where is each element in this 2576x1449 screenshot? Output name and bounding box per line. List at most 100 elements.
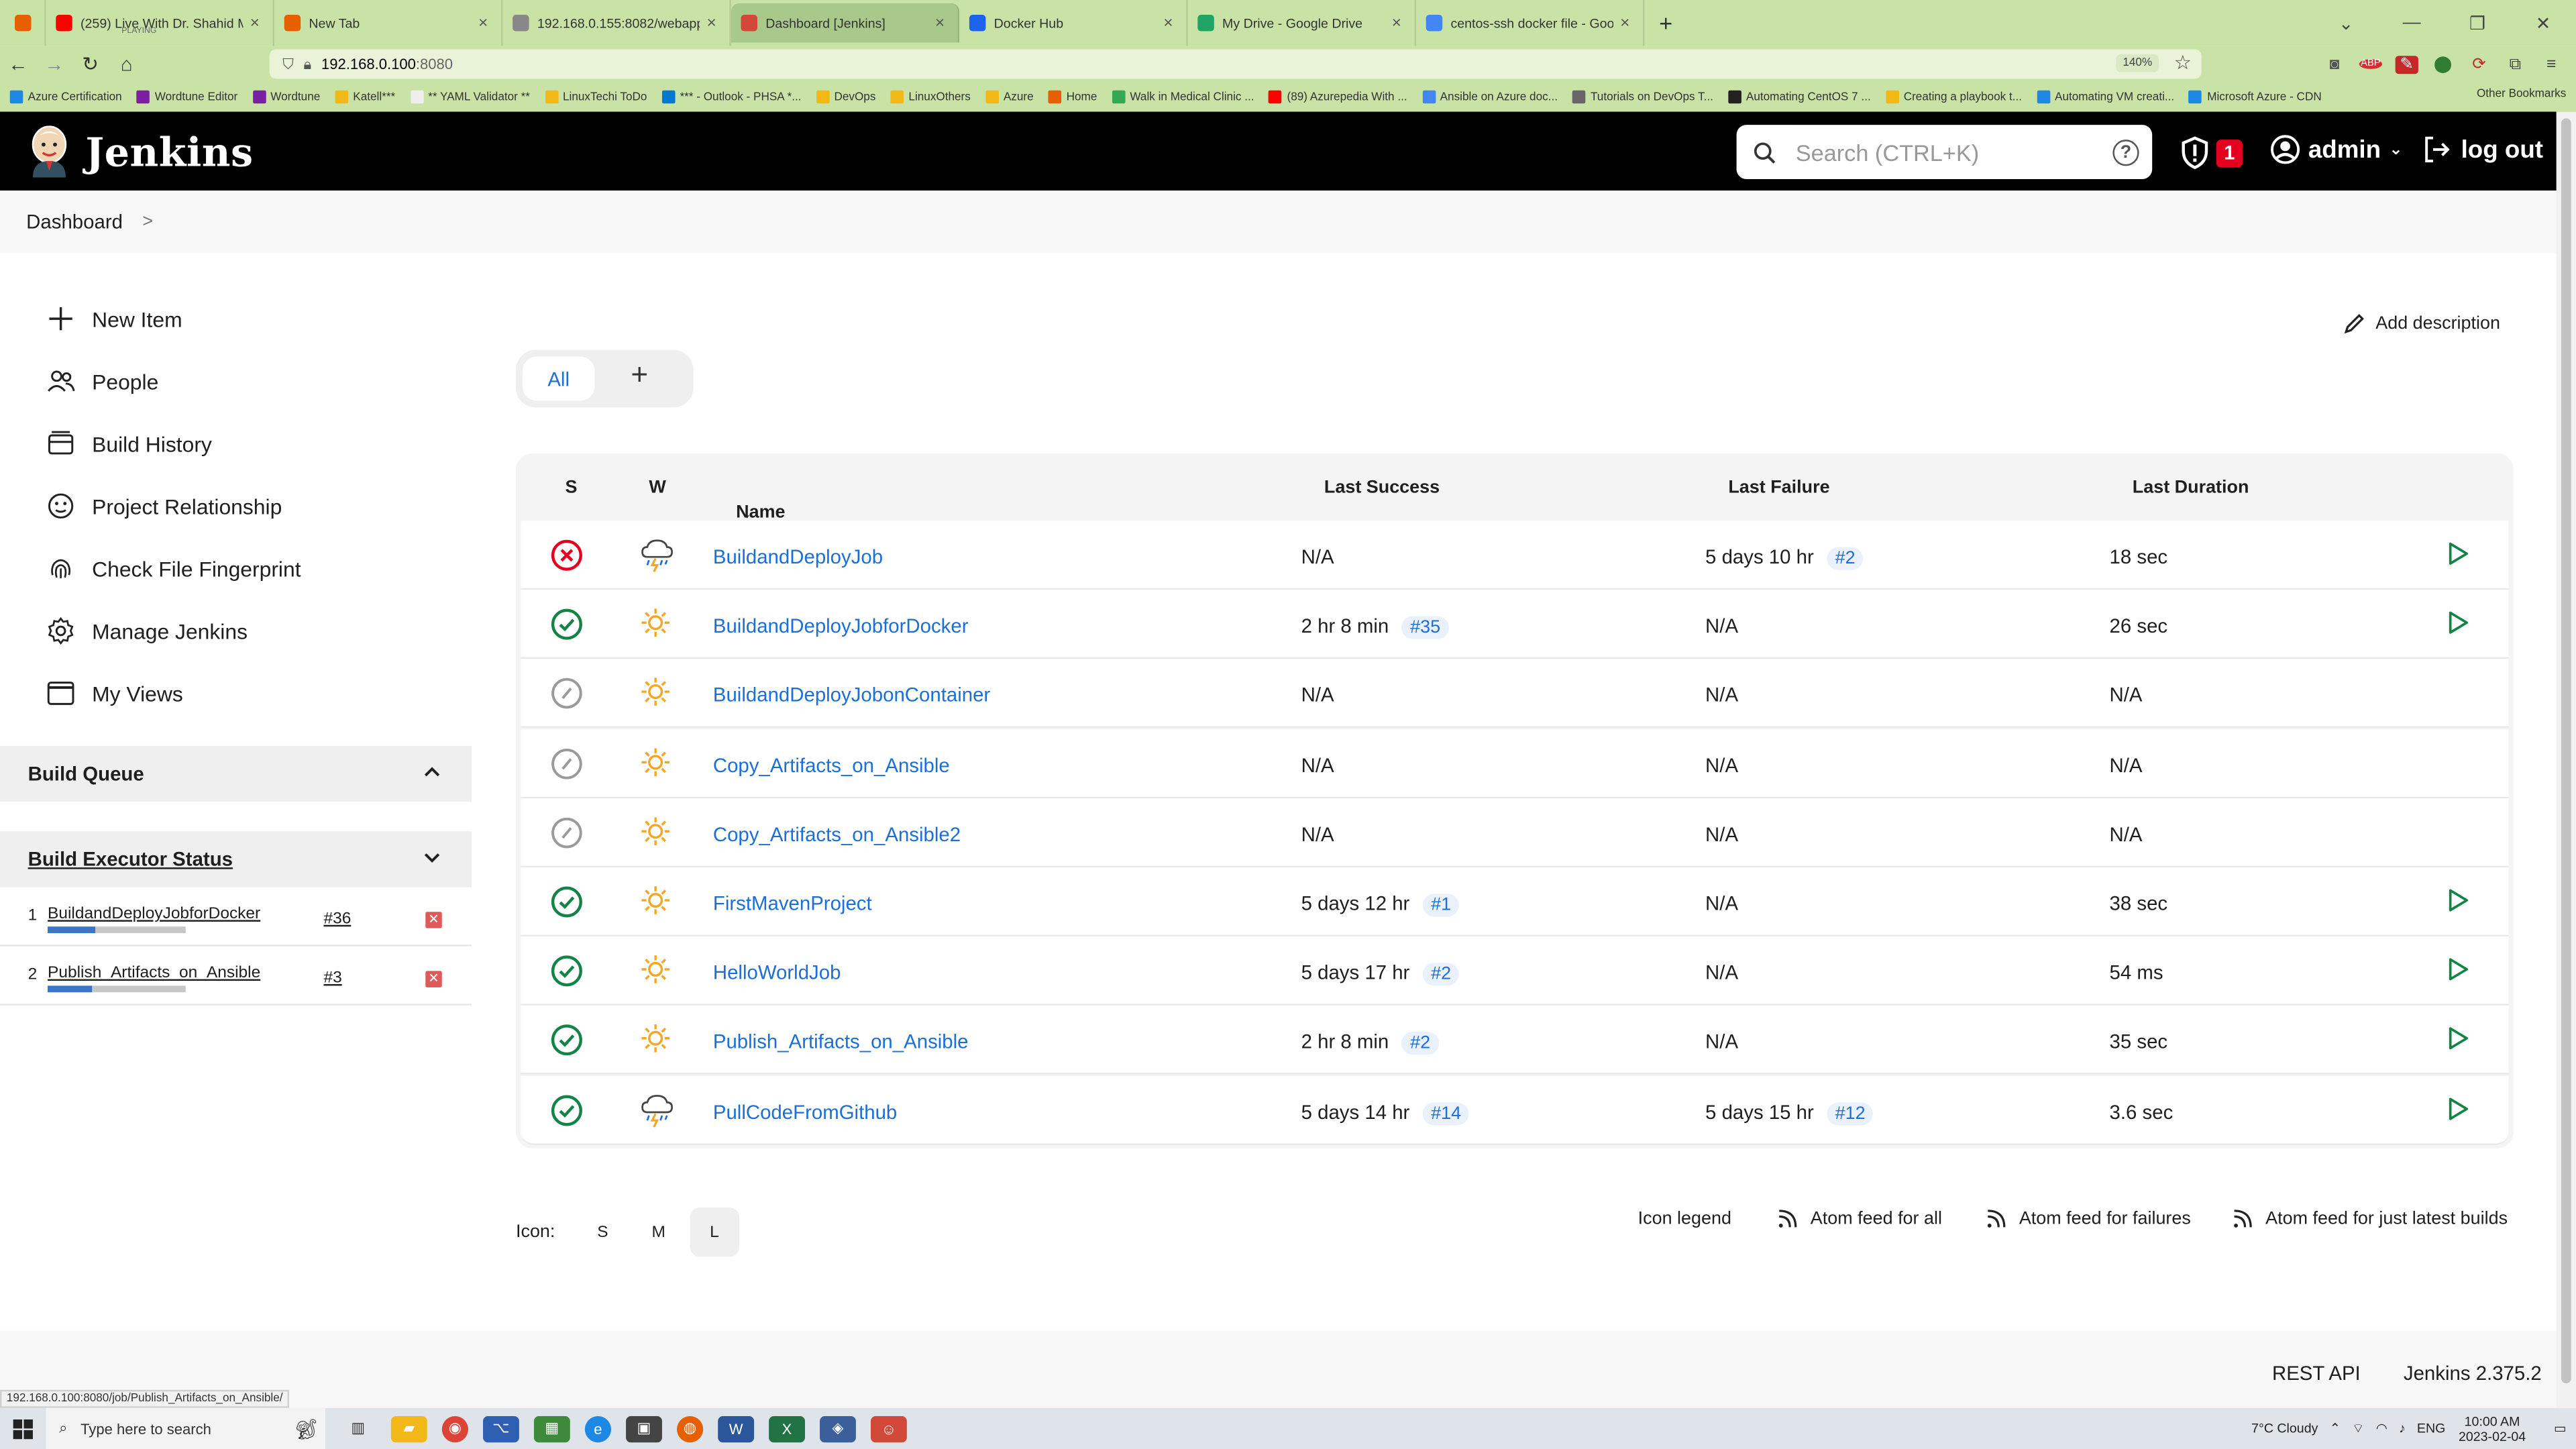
weather-widget[interactable]: 7°C Cloudy bbox=[2251, 1421, 2318, 1436]
task-view-icon[interactable]: ▥ bbox=[340, 1415, 376, 1442]
executor-build-link[interactable]: #36 bbox=[323, 910, 351, 928]
list-tabs-icon[interactable]: ⌄ bbox=[2313, 12, 2379, 34]
bookmark-item[interactable]: ** YAML Validator ** bbox=[410, 90, 530, 104]
job-status[interactable] bbox=[550, 955, 583, 992]
schedule-build-button[interactable] bbox=[2445, 610, 2471, 641]
bookmark-item[interactable]: Walk in Medical Clinic ... bbox=[1112, 90, 1254, 104]
vscode-icon[interactable]: ⌥ bbox=[483, 1415, 519, 1442]
close-window-icon[interactable]: ✕ bbox=[2510, 12, 2576, 34]
chevron-up-icon[interactable] bbox=[422, 762, 441, 782]
schedule-build-button[interactable] bbox=[2445, 1095, 2471, 1126]
bookmark-item[interactable]: Automating VM creati... bbox=[2037, 90, 2174, 104]
bookmark-item[interactable]: Azure bbox=[985, 90, 1034, 104]
job-status[interactable] bbox=[550, 678, 583, 715]
volume-icon[interactable]: ♪ bbox=[2399, 1421, 2406, 1436]
edge-icon[interactable]: e bbox=[584, 1415, 612, 1442]
url-bar[interactable]: ⛉ 🔒︎ 192.168.0.100:8080 140% ☆ bbox=[269, 49, 2202, 79]
search-box[interactable]: ? bbox=[1736, 125, 2153, 179]
browser-tab-2[interactable]: 192.168.0.155:8082/webapp/ × bbox=[502, 0, 731, 46]
close-tab-icon[interactable]: × bbox=[706, 14, 716, 32]
build-queue-header[interactable]: Build Queue bbox=[0, 745, 472, 802]
pocket-icon[interactable]: ◙ bbox=[2323, 55, 2346, 73]
back-icon[interactable]: ← bbox=[0, 52, 36, 75]
job-name-link[interactable]: FirstMavenProject bbox=[713, 892, 872, 915]
bookmark-item[interactable]: Home bbox=[1048, 90, 1097, 104]
word-icon[interactable]: W bbox=[718, 1415, 755, 1442]
bookmark-item[interactable]: Microsoft Azure - CDN bbox=[2189, 90, 2322, 104]
minimize-icon[interactable]: — bbox=[2379, 13, 2445, 33]
language-indicator[interactable]: ENG bbox=[2417, 1421, 2445, 1436]
bookmark-item[interactable]: *** - Outlook - PHSA *... bbox=[661, 90, 801, 104]
last-success-build-link[interactable]: #35 bbox=[1401, 616, 1449, 640]
job-weather[interactable] bbox=[639, 884, 672, 922]
job-status[interactable] bbox=[550, 539, 583, 576]
app-icon[interactable]: ▦ bbox=[533, 1415, 570, 1442]
build-executor-title[interactable]: Build Executor Status bbox=[28, 848, 233, 871]
job-weather[interactable] bbox=[639, 676, 672, 713]
add-view-icon[interactable]: + bbox=[631, 358, 648, 392]
icon-size-s[interactable]: S bbox=[578, 1208, 627, 1256]
close-tab-icon[interactable]: × bbox=[1163, 14, 1173, 32]
job-status[interactable] bbox=[550, 747, 583, 784]
job-name-link[interactable]: BuildandDeployJobforDocker bbox=[713, 614, 969, 637]
notifications-icon[interactable]: ▭ bbox=[2554, 1421, 2567, 1436]
browser-tab-5[interactable]: My Drive - Google Drive × bbox=[1188, 0, 1417, 46]
pdf-icon[interactable]: ✎ bbox=[2395, 55, 2418, 73]
icon-size-m[interactable]: M bbox=[634, 1208, 683, 1256]
schedule-build-button[interactable] bbox=[2445, 1026, 2471, 1057]
terminal-icon[interactable]: ▣ bbox=[626, 1415, 662, 1442]
other-bookmarks[interactable]: Other Bookmarks bbox=[2477, 89, 2566, 100]
job-weather[interactable] bbox=[639, 1022, 672, 1060]
new-tab-button[interactable]: + bbox=[1644, 0, 1687, 46]
stop-build-icon[interactable]: ✕ bbox=[425, 912, 442, 928]
file-explorer-icon[interactable]: ▰ bbox=[390, 1415, 427, 1442]
job-weather[interactable] bbox=[639, 606, 672, 644]
column-last-success[interactable]: Last Success bbox=[1324, 478, 1440, 498]
rest-api-link[interactable]: REST API bbox=[2272, 1362, 2361, 1385]
executor-progress-bar[interactable] bbox=[48, 926, 186, 934]
forward-icon[interactable]: → bbox=[36, 52, 72, 75]
browser-tab-4[interactable]: Docker Hub × bbox=[959, 0, 1188, 46]
job-status[interactable] bbox=[550, 608, 583, 646]
search-help-icon[interactable]: ? bbox=[2112, 138, 2139, 166]
job-status[interactable] bbox=[550, 885, 583, 923]
home-icon[interactable]: ⌂ bbox=[109, 52, 145, 75]
extensions-icon[interactable]: ⧉ bbox=[2504, 55, 2526, 73]
user-menu[interactable]: admin ⌄ bbox=[2271, 135, 2403, 164]
breadcrumb-dashboard[interactable]: Dashboard bbox=[26, 210, 123, 233]
browser-tab-0[interactable]: (259) Live With Dr. Shahid Ma PLAYING × bbox=[46, 0, 274, 46]
virtualbox-icon[interactable]: ◈ bbox=[820, 1415, 856, 1442]
bookmark-item[interactable]: Tutorials on DevOps T... bbox=[1572, 90, 1713, 104]
sidebar-item-new-item[interactable]: New Item bbox=[46, 304, 182, 333]
network-icon[interactable]: ⌔ bbox=[2352, 1420, 2364, 1436]
security-alerts-button[interactable]: 1 bbox=[2180, 136, 2243, 170]
last-failure-build-link[interactable]: #12 bbox=[1827, 1102, 1874, 1125]
atom-feed-latest-link[interactable]: Atom feed for just latest builds bbox=[2233, 1209, 2508, 1229]
job-weather[interactable] bbox=[639, 814, 672, 852]
page-scrollbar[interactable] bbox=[2556, 111, 2576, 1408]
tray-chevron-icon[interactable]: ⌃ bbox=[2330, 1421, 2341, 1436]
column-last-failure[interactable]: Last Failure bbox=[1728, 478, 1829, 498]
bookmark-item[interactable]: Creating a playbook t... bbox=[1885, 90, 2022, 104]
last-success-build-link[interactable]: #14 bbox=[1422, 1102, 1470, 1125]
column-weather[interactable]: W bbox=[649, 478, 665, 498]
browser-menu-tab[interactable] bbox=[0, 0, 46, 46]
chevron-down-icon[interactable] bbox=[422, 848, 441, 867]
close-tab-icon[interactable]: × bbox=[1392, 14, 1401, 32]
bookmark-item[interactable]: (89) Azurepedia With ... bbox=[1269, 90, 1407, 104]
last-success-build-link[interactable]: #1 bbox=[1422, 894, 1460, 917]
bookmark-item[interactable]: Ansible on Azure doc... bbox=[1421, 90, 1558, 104]
job-name-link[interactable]: Publish_Artifacts_on_Ansible bbox=[713, 1030, 969, 1053]
extension-toggle-icon[interactable]: ⬤ bbox=[2432, 55, 2455, 73]
sync-icon[interactable]: ⟳ bbox=[2467, 55, 2490, 73]
excel-icon[interactable]: X bbox=[769, 1415, 806, 1442]
stop-build-icon[interactable]: ✕ bbox=[425, 971, 442, 987]
clock[interactable]: 10:00 AM 2023-02-04 bbox=[2459, 1413, 2526, 1443]
browser-tab-6[interactable]: centos-ssh docker file - Google × bbox=[1416, 0, 1645, 46]
executor-job-link[interactable]: BuildandDeployJobforDocker bbox=[48, 905, 260, 923]
schedule-build-button[interactable] bbox=[2445, 957, 2471, 988]
last-success-build-link[interactable]: #2 bbox=[1422, 963, 1460, 986]
column-status[interactable]: S bbox=[565, 478, 577, 498]
jenkins-version-link[interactable]: Jenkins 2.375.2 bbox=[2404, 1362, 2542, 1385]
reload-icon[interactable]: ↻ bbox=[72, 52, 109, 75]
